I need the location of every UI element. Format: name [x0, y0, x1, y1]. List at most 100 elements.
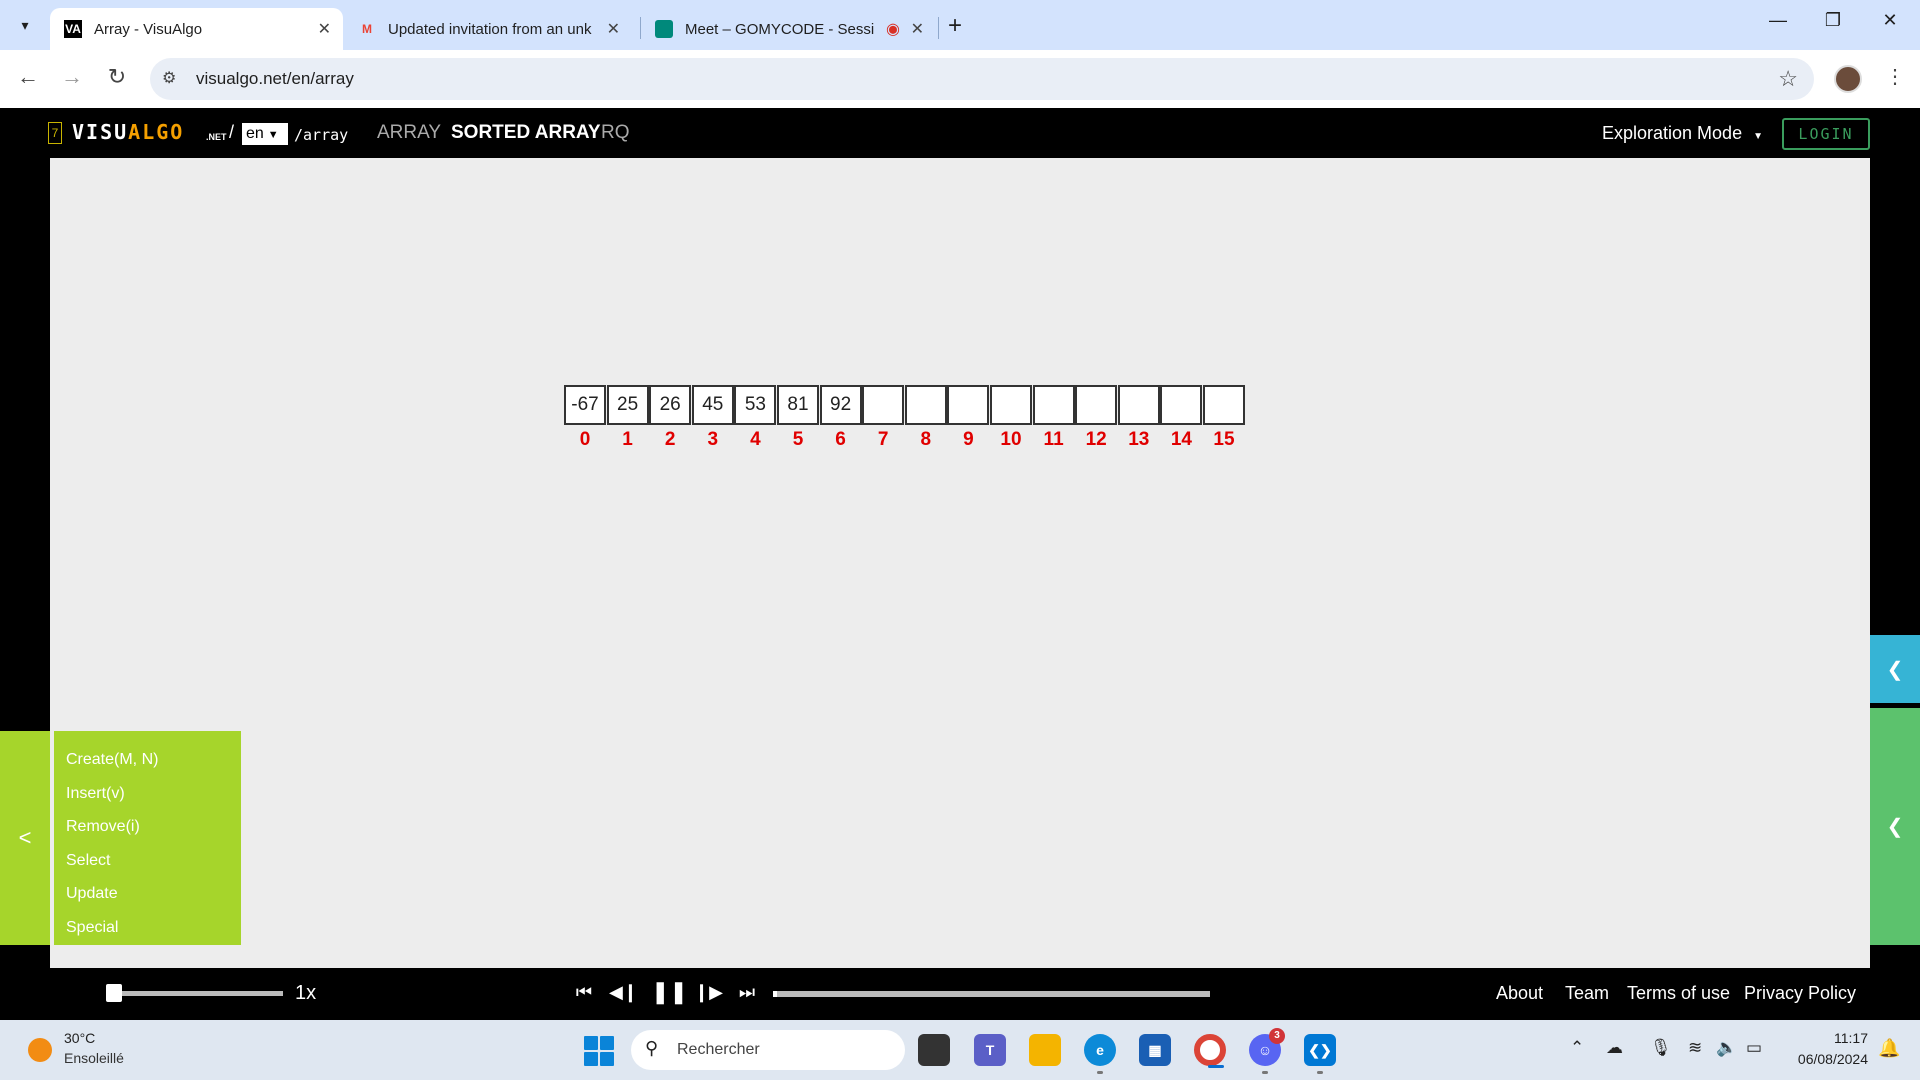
login-button[interactable]: LOGIN [1782, 118, 1870, 150]
chevron-left-icon: ❮ [1886, 816, 1904, 838]
menu-sorted-array[interactable]: SORTED ARRAY [451, 122, 601, 144]
footer-about-link[interactable]: About [1496, 983, 1543, 1004]
action-special[interactable]: Special [54, 911, 241, 945]
notification-bell-icon[interactable]: 🔔 [1878, 1038, 1900, 1059]
close-tab-icon[interactable]: ✕ [318, 19, 331, 39]
close-tab-icon[interactable]: ✕ [911, 19, 924, 39]
browser-tab-strip: ▾ VA Array - VisuAlgo ✕ M Updated invita… [0, 0, 1920, 50]
taskbar-search-box[interactable]: ⚲ Rechercher [631, 1030, 905, 1070]
array-index-label: 12 [1085, 429, 1107, 450]
language-select[interactable]: en ▼ [242, 123, 288, 145]
array-index-label: 0 [579, 429, 591, 450]
step-backward-icon[interactable]: ◀❙ [609, 982, 638, 1003]
browser-menu-icon[interactable]: ⋮ [1885, 64, 1905, 89]
go-to-end-icon[interactable]: ⏭ [733, 982, 761, 1003]
codetrace-panel-toggle-button[interactable]: ❮ [1870, 708, 1920, 945]
file-explorer-icon[interactable] [1029, 1034, 1061, 1066]
action-insert[interactable]: Insert(v) [54, 777, 241, 811]
array-cell: 45 [691, 385, 734, 425]
visualgo-logo[interactable]: VISUALGO [72, 120, 184, 144]
action-update[interactable]: Update [54, 877, 241, 911]
pause-icon[interactable]: ❚❚ [651, 979, 688, 1005]
microsoft-store-icon[interactable]: ▦ [1139, 1034, 1171, 1066]
minimize-icon[interactable]: — [1758, 10, 1798, 31]
array-index-label: 10 [1000, 429, 1022, 450]
task-view-icon[interactable] [918, 1034, 950, 1066]
menu-array[interactable]: ARRAY [377, 122, 441, 144]
array-index-label: 11 [1043, 429, 1064, 450]
weather-description[interactable]: Ensoleillé [64, 1050, 124, 1066]
array-cell [1203, 385, 1245, 425]
search-icon: ⚲ [645, 1038, 659, 1058]
meet-favicon-icon [655, 20, 673, 38]
tab-gmail-invitation[interactable]: M Updated invitation from an unk ✕ [344, 8, 632, 50]
url-text[interactable]: visualgo.net/en/array [196, 69, 354, 89]
windows-taskbar: 30°C Ensoleillé ⚲ Rechercher T e ▦ ☺ 3 ❮❯… [0, 1020, 1920, 1080]
logo-slash: / [229, 122, 235, 142]
action-select[interactable]: Select [54, 844, 241, 878]
back-arrow-icon[interactable]: ← [13, 64, 43, 90]
window-close-icon[interactable]: ✕ [1870, 10, 1910, 31]
footer-terms-link[interactable]: Terms of use [1627, 983, 1730, 1004]
menu-rq[interactable]: RQ [601, 122, 630, 144]
tab-separator [938, 17, 939, 39]
action-remove[interactable]: Remove(i) [54, 810, 241, 844]
footer-team-link[interactable]: Team [1565, 983, 1609, 1004]
logo-algo: ALGO [128, 120, 185, 144]
site-info-icon[interactable]: ⚙ [162, 68, 176, 88]
teams-icon[interactable]: T [974, 1034, 1006, 1066]
mode-dropdown[interactable]: Exploration Mode ▼ [1602, 123, 1763, 144]
logo-digit: 7 [48, 122, 62, 144]
windows-start-icon[interactable] [584, 1036, 614, 1066]
onedrive-icon[interactable]: ☁ [1606, 1038, 1623, 1058]
progress-bar[interactable] [773, 991, 1210, 997]
array-index-label: 14 [1170, 429, 1192, 450]
status-panel-toggle-button[interactable]: ❮ [1870, 635, 1920, 703]
close-tab-icon[interactable]: ✕ [607, 19, 620, 39]
profile-avatar[interactable] [1834, 65, 1862, 93]
tab-array-visualgo[interactable]: VA Array - VisuAlgo ✕ [50, 8, 343, 50]
array-index-label: 6 [835, 429, 846, 450]
chevron-left-icon: ❮ [1886, 658, 1904, 681]
volume-icon[interactable]: 🔈 [1716, 1038, 1737, 1058]
bookmark-star-icon[interactable]: ☆ [1778, 66, 1798, 92]
vscode-icon[interactable]: ❮❯ [1304, 1034, 1336, 1074]
action-create[interactable]: Create(M, N) [54, 743, 241, 777]
footer-privacy-link[interactable]: Privacy Policy [1744, 983, 1856, 1004]
show-hidden-icons-icon[interactable]: ⌃ [1570, 1038, 1584, 1058]
go-to-beginning-icon[interactable]: ⏮ [570, 982, 598, 1003]
sun-icon[interactable] [28, 1038, 52, 1062]
array-cell [1032, 385, 1075, 425]
actions-menu: Create(M, N) Insert(v) Remove(i) Select … [54, 731, 241, 945]
left-panel-toggle-button[interactable]: < [0, 731, 50, 945]
weather-temperature[interactable]: 30°C [64, 1030, 95, 1046]
speed-slider-track[interactable] [113, 991, 283, 996]
chrome-icon[interactable] [1194, 1034, 1226, 1068]
clock-date[interactable]: 06/08/2024 [1784, 1051, 1868, 1067]
tab-search-icon[interactable]: ▾ [10, 10, 40, 40]
reload-icon[interactable]: ↻ [102, 64, 132, 90]
clock-time[interactable]: 11:17 [1824, 1030, 1868, 1046]
array-cell [904, 385, 947, 425]
speed-slider-handle[interactable] [106, 984, 122, 1002]
array-cell: 26 [649, 385, 692, 425]
restore-icon[interactable]: ❐ [1813, 10, 1853, 31]
step-forward-icon[interactable]: ❙▶ [694, 982, 723, 1003]
array-index-label: 5 [792, 429, 804, 450]
logo-visu: VISU [72, 120, 129, 144]
search-placeholder: Rechercher [677, 1041, 760, 1058]
tab-google-meet[interactable]: Meet – GOMYCODE - Sessi ◉ ✕ [641, 8, 936, 50]
array-cell [947, 385, 990, 425]
edge-icon[interactable]: e [1084, 1034, 1116, 1074]
wifi-icon[interactable]: ≋ [1688, 1038, 1702, 1058]
new-tab-icon[interactable]: + [948, 12, 962, 40]
array-cell: 53 [734, 385, 777, 425]
discord-icon[interactable]: ☺ 3 [1249, 1028, 1285, 1074]
tab-title: Array - VisuAlgo [94, 20, 203, 38]
battery-icon[interactable]: ▭ [1746, 1038, 1762, 1058]
microphone-icon[interactable]: 🎙 [1650, 1038, 1672, 1058]
discord-notification-badge: 3 [1269, 1028, 1285, 1044]
address-bar[interactable]: ⚙ visualgo.net/en/array ☆ [150, 58, 1814, 100]
forward-arrow-icon[interactable]: → [57, 64, 87, 90]
visualization-canvas: -67 25 26 45 53 81 92 0 1 2 3 4 5 6 7 8 9 10 11 12 13 14 15 [50, 158, 1870, 968]
